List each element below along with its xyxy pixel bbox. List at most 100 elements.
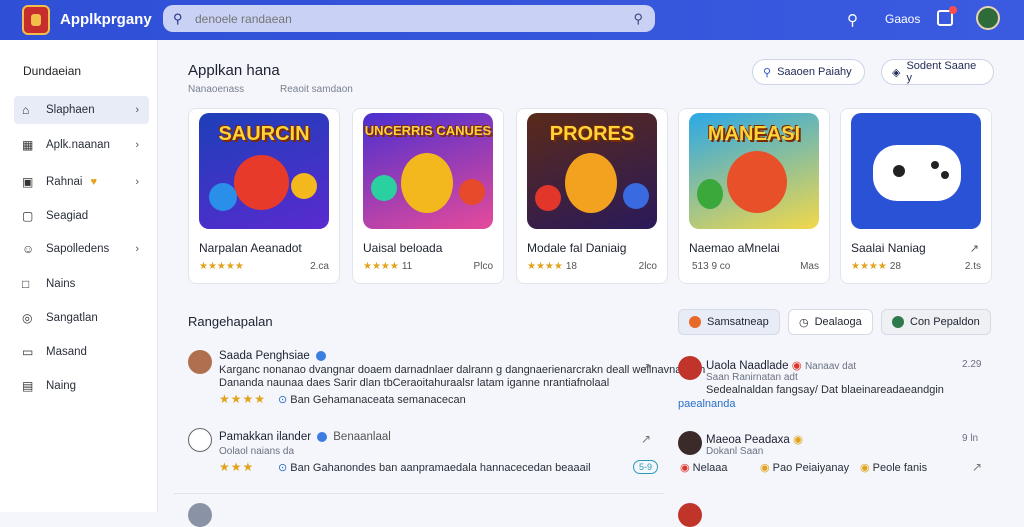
filter-chip[interactable]: Samsatneap [678, 309, 780, 335]
app-name: Narpalan Aeanadot [199, 241, 302, 255]
share-icon[interactable]: ↗ [972, 460, 982, 474]
sidebar-item-8[interactable]: ▤ Naing [14, 372, 149, 400]
app-rating: ★★★★ 18 [527, 261, 577, 272]
review-stars: ★★★ [219, 460, 255, 474]
review-link[interactable]: paealnanda [678, 398, 736, 411]
app-card[interactable]: MANEASI Naemao aMnelai 513 9 co Mas [678, 108, 830, 284]
reviewer-name[interactable]: Saada Penghsiae [219, 350, 326, 362]
notification-icon[interactable] [937, 6, 957, 26]
list-icon: ▤ [22, 379, 34, 393]
square-icon: □ [22, 277, 30, 291]
app-name: Saalai Naniag [851, 241, 926, 255]
search-icon: ⚲ [763, 66, 772, 79]
avatar[interactable] [188, 350, 212, 374]
divider [174, 493, 664, 494]
review-stars: ★★★★ [219, 392, 267, 406]
chevron-right-icon: › [135, 243, 139, 255]
grid-icon: ▦ [22, 138, 34, 152]
avatar[interactable] [188, 503, 212, 527]
review-subtext: Oolaol naians da [219, 446, 295, 457]
review-count: 9 ln [962, 433, 979, 444]
clock-icon: ◷ [799, 316, 809, 329]
review-text: Dananda naunaa daes Sarir dlan tbCeraoit… [219, 377, 610, 389]
review-subtext: Saan Ranirnatan adt [706, 372, 798, 383]
tag-icon: ◈ [892, 66, 901, 79]
app-card[interactable]: Saalai Naniag ↗ ★★★★ 28 2.ts [840, 108, 992, 284]
primary-pill-button[interactable]: ⚲ Saaoen Paiahy [752, 59, 865, 85]
review-text: Karganc nonanao dvangnar doaem darnadnla… [219, 364, 706, 376]
sidebar-item-7[interactable]: ▭ Masand [14, 338, 149, 366]
heart-icon: ♥ [90, 176, 97, 188]
share-icon[interactable]: ↗ [970, 242, 979, 255]
review-tag[interactable]: ◉ Peole fanis [860, 461, 927, 474]
app-thumbnail [851, 113, 981, 229]
sidebar-item-5[interactable]: □ Nains [14, 270, 149, 298]
sidebar-item-1[interactable]: ▦ Aplk.naanan › [14, 131, 149, 159]
avatar[interactable] [188, 428, 212, 452]
filter-chip[interactable]: Con Pepaldon [881, 309, 991, 335]
review-meta: ⊙ Ban Gahanondes ban aanpramaedala hanna… [278, 462, 591, 474]
avatar[interactable] [678, 431, 702, 455]
sidebar-title: Dundaeian [23, 64, 82, 78]
app-size: Mas [800, 261, 819, 272]
share-icon[interactable]: ↗ [641, 360, 651, 374]
app-title: Applkprgany [60, 11, 152, 28]
app-logo[interactable] [22, 5, 50, 35]
home-icon: ⌂ [22, 103, 30, 117]
sidebar-item-0[interactable]: ⌂ Slaphaen › [14, 96, 149, 124]
sidebar-item-6[interactable]: ◎ Sangatlan [14, 304, 149, 332]
reviewer-name[interactable]: Pamakkan ilander Benaanlaal [219, 431, 391, 443]
sort-dropdown[interactable]: ◈ Sodent Saane y [881, 59, 994, 85]
share-icon[interactable]: ↗ [641, 432, 651, 446]
search-input[interactable] [195, 11, 635, 26]
user-icon: ☺ [22, 242, 35, 256]
app-thumbnail: UNCERRIS CANUES [363, 113, 493, 229]
search-submit-icon[interactable]: ⚲ [633, 11, 643, 27]
app-thumbnail: SAURCIN [199, 113, 329, 229]
subtitle-tab-1[interactable]: Nanaoenass [188, 84, 244, 95]
avatar[interactable] [678, 503, 702, 527]
chevron-right-icon: › [135, 139, 139, 151]
app-card[interactable]: PRORES Modale fal Daniaig ★★★★ 18 2lco [516, 108, 668, 284]
review-meta: ⊙ Ban Gehamanaceata semanacecan [278, 394, 466, 406]
chevron-right-icon: › [135, 104, 139, 116]
verified-icon [315, 350, 326, 361]
circle-icon: ◎ [22, 311, 33, 325]
reply-count-badge[interactable]: 5-9 [633, 460, 659, 474]
search-icon[interactable]: ⚲ [847, 11, 858, 29]
subtitle-tab-2[interactable]: Reaoit samdaon [280, 84, 353, 95]
user-label[interactable]: Gaaos [885, 12, 920, 26]
review-tag[interactable]: ◉ Pao Peiaiyanay [760, 461, 849, 474]
app-rating: 513 9 co [692, 261, 731, 272]
review-count: 2.29 [962, 359, 982, 370]
app-size: 2.ts [964, 261, 981, 272]
section-title: Rangehapalan [188, 314, 273, 329]
app-size: 2.ca [310, 261, 329, 272]
sidebar-item-2[interactable]: ▣ Rahnai ♥ › [14, 168, 149, 196]
app-rating: ★★★★★ [199, 261, 244, 272]
review-text: Sedealnaldan fangsay/ Dat blaeinareadaea… [706, 384, 944, 396]
search-bar[interactable]: ⚲ ⚲ [163, 5, 655, 32]
app-rating: ★★★★ 11 [363, 261, 413, 272]
sidebar-item-4[interactable]: ☺ Sapolledens › [14, 235, 149, 263]
app-name: Naemao aMnelai [689, 241, 780, 255]
avatar[interactable] [678, 356, 702, 380]
app-name: Modale fal Daniaig [527, 241, 627, 255]
reviewer-name[interactable]: Uaola Naadlade ◉ Nanaav dat [706, 358, 856, 372]
review-tag[interactable]: ◉ Nelaaa [680, 461, 728, 474]
chip-dot [689, 316, 701, 328]
app-rating: ★★★★ 28 [851, 261, 901, 272]
verified-icon [317, 431, 328, 442]
app-size: 2lco [638, 261, 657, 272]
filter-chip[interactable]: ◷ Dealaoga [788, 309, 873, 335]
app-thumbnail: PRORES [527, 113, 657, 229]
app-name: Uaisal beloada [363, 241, 443, 255]
sidebar-item-3[interactable]: ▢ Seagiad [14, 202, 149, 230]
reviewer-name[interactable]: Maeoa Peadaxa ◉ [706, 432, 803, 446]
review-subtext: Dokanl Saan [706, 446, 764, 457]
app-card[interactable]: SAURCIN Narpalan Aeanadot ★★★★★ 2.ca [188, 108, 340, 284]
user-avatar[interactable] [976, 6, 1000, 30]
chat-icon: ▭ [22, 345, 34, 359]
page-title: Applkan hana [188, 62, 280, 79]
app-card[interactable]: UNCERRIS CANUES Uaisal beloada ★★★★ 11 Pl… [352, 108, 504, 284]
